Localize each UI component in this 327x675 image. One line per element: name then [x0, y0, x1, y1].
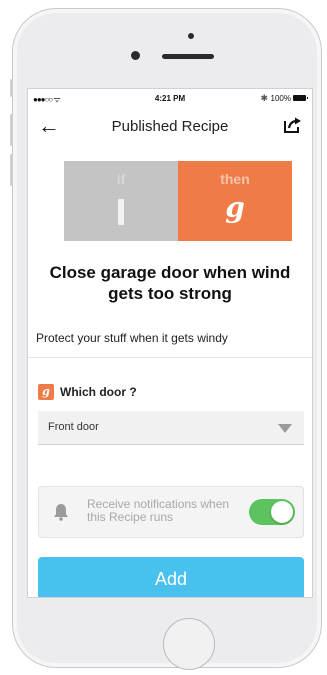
volume-up-button: [10, 114, 13, 146]
applet-badge: if then g: [64, 161, 292, 241]
chevron-down-icon: [278, 424, 292, 433]
home-button[interactable]: [163, 618, 215, 670]
action-service-icon: g: [225, 191, 245, 224]
bell-icon: [54, 504, 68, 521]
share-icon[interactable]: [284, 117, 302, 133]
then-label: then: [220, 171, 250, 187]
add-button[interactable]: Add: [38, 557, 304, 597]
trigger-block: if: [64, 161, 178, 241]
notification-setting: Receive notifications when this Recipe r…: [38, 486, 304, 538]
proximity-sensor: [188, 33, 194, 39]
door-select-value: Front door: [48, 421, 99, 433]
if-label: if: [116, 171, 126, 187]
page-title: Published Recipe: [111, 118, 229, 135]
trigger-service-icon: [118, 199, 124, 225]
status-bar: ●●●○○ ᯤ 4:21 PM ✱ 100%: [28, 89, 312, 109]
nav-bar: ← Published Recipe: [28, 109, 312, 145]
front-camera: [131, 51, 140, 60]
earpiece-speaker: [162, 54, 214, 59]
field-label: Which door ?: [60, 385, 137, 399]
divider: [28, 357, 312, 358]
notification-toggle[interactable]: [249, 499, 295, 525]
action-block: then g: [178, 161, 292, 241]
battery-percent: 100%: [270, 94, 291, 103]
status-time: 4:21 PM: [154, 94, 186, 103]
volume-down-button: [10, 154, 13, 186]
mute-switch: [10, 79, 13, 97]
screen: ●●●○○ ᯤ 4:21 PM ✱ 100% ← Published Recip…: [27, 88, 313, 598]
service-icon: g: [38, 384, 54, 400]
toggle-knob: [271, 501, 293, 523]
recipe-description: Protect your stuff when it gets windy: [36, 331, 228, 345]
bluetooth-icon: ✱: [260, 93, 268, 103]
battery-icon: [293, 95, 308, 101]
recipe-title: Close garage door when wind gets too str…: [49, 263, 291, 303]
door-select[interactable]: Front door: [38, 411, 304, 445]
notification-label: Receive notifications when this Recipe r…: [87, 497, 230, 524]
